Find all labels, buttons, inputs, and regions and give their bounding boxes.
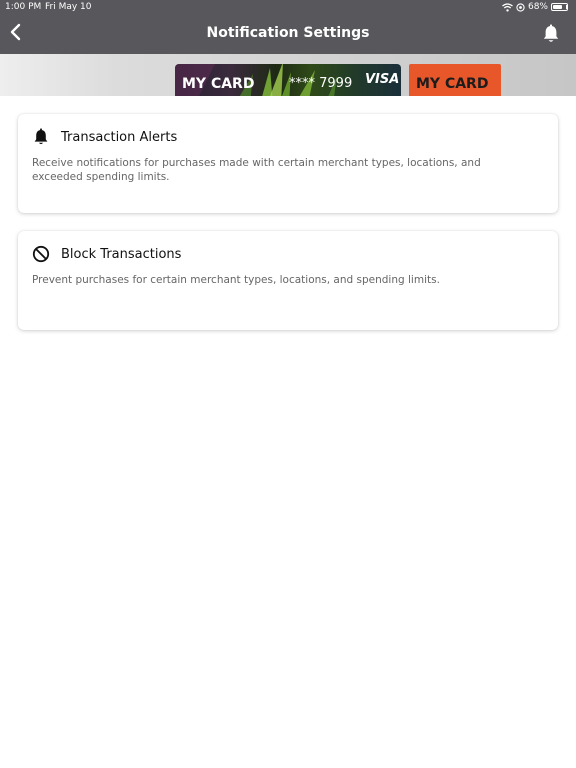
block-transactions-card[interactable]: Block Transactions Prevent purchases for… — [18, 231, 558, 330]
nav-bar: Notification Settings — [0, 14, 576, 54]
page-title: Notification Settings — [206, 25, 370, 41]
transaction-alerts-description: Receive notifications for purchases made… — [32, 157, 481, 183]
transaction-alerts-title: Transaction Alerts — [61, 130, 178, 145]
card-primary[interactable]: MY CARD **** 7999 VISA — [175, 64, 401, 96]
card-primary-name: MY CARD — [182, 76, 255, 92]
notifications-button[interactable] — [542, 24, 562, 44]
card-carousel[interactable]: MY CARD **** 7999 VISA MY CARD — [0, 54, 576, 96]
location-icon — [516, 2, 525, 12]
battery-fill — [553, 5, 562, 9]
card-secondary-name: MY CARD — [416, 76, 489, 92]
block-icon — [32, 245, 50, 263]
card-primary-number: **** 7999 — [289, 76, 353, 91]
bell-icon — [32, 128, 50, 146]
status-time: 1:00 PM — [5, 2, 42, 12]
block-transactions-title: Block Transactions — [61, 247, 182, 262]
status-date: Fri May 10 — [45, 2, 92, 12]
block-transactions-description: Prevent purchases for certain merchant t… — [32, 274, 440, 286]
transaction-alerts-card[interactable]: Transaction Alerts Receive notifications… — [18, 114, 558, 213]
battery-percent: 68% — [527, 2, 548, 12]
battery-icon — [551, 3, 568, 11]
card-secondary[interactable]: MY CARD — [409, 64, 501, 96]
status-bar: 1:00 PM Fri May 10 68% — [0, 0, 576, 14]
card-primary-brand: VISA — [365, 72, 400, 87]
wifi-icon — [502, 2, 513, 12]
bell-icon — [542, 24, 560, 48]
status-indicators: 68% — [502, 2, 568, 12]
